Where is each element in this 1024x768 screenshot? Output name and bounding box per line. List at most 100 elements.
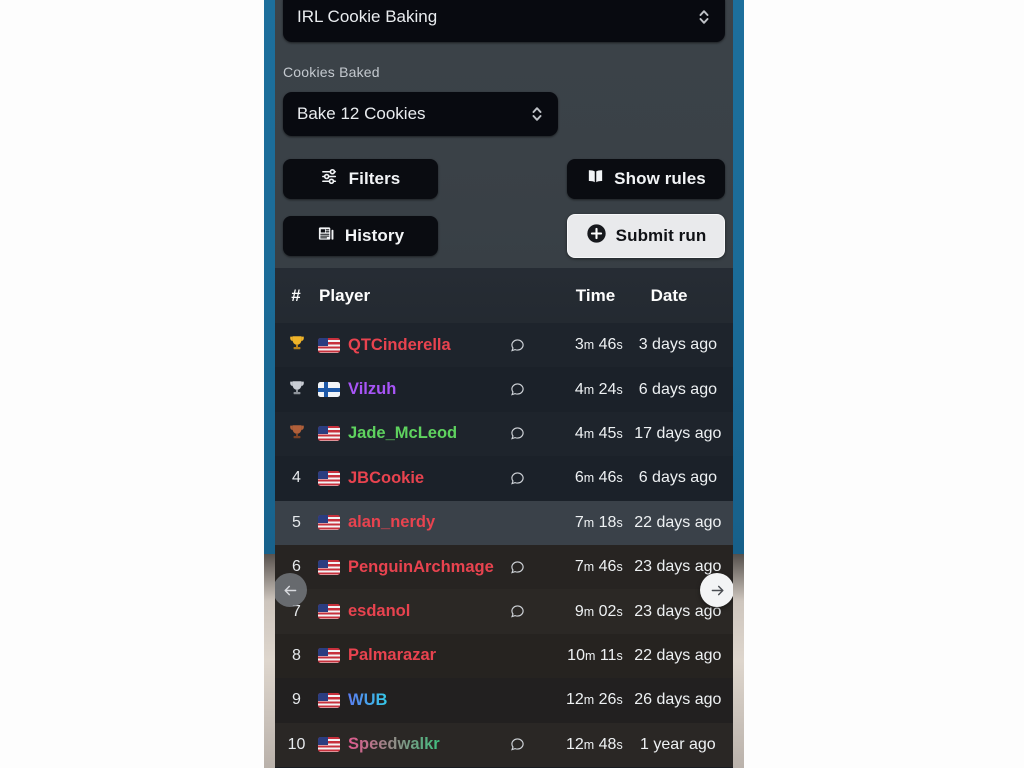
table-row[interactable]: 7 esdanol 9m 02s 23 days ago [275,589,733,634]
run-time: 10m 11s [567,646,623,664]
header-date: Date [650,285,688,305]
table-row[interactable]: QTCinderella 3m 46s 3 days ago [275,323,733,368]
header-extra: P [723,286,733,306]
run-time: 4m 24s [574,380,623,398]
book-icon [586,167,605,191]
rank-number: 10 [287,735,306,753]
screenshot-stage: IRL Cookie Baking Cookies Baked Bake 12 … [0,0,1024,768]
run-time: 4m 45s [574,424,623,442]
player-name: PenguinArchmage [348,557,494,576]
filters-button-label: Filters [348,169,401,188]
comment-icon[interactable] [497,425,536,442]
player-name: QTCinderella [348,335,451,354]
run-time: 6m 46s [574,469,623,487]
player-cell[interactable]: Palmarazar [318,646,497,665]
gold-trophy-icon [286,333,308,357]
table-row[interactable]: Jade_McLeod 4m 45s 17 days ago [275,411,733,457]
flag-fi [318,382,340,398]
run-time: 7m 46s [574,558,623,576]
history-button[interactable]: History [283,216,438,256]
newspaper-icon [317,224,336,248]
comment-icon[interactable] [497,559,536,576]
leaderboard-app: IRL Cookie Baking Cookies Baked Bake 12 … [275,0,733,768]
player-cell[interactable]: Vilzuh [318,380,497,399]
rank-number: 5 [292,513,301,531]
comment-icon[interactable] [497,603,536,620]
rank-number: 4 [292,469,301,487]
game-selector[interactable]: IRL Cookie Baking [283,0,725,42]
rank-medal [275,333,318,357]
flag-us [318,692,340,708]
submit-run-button[interactable]: Submit run [567,214,725,258]
table-row[interactable]: 8 Palmarazar 10m 11s 22 days ago [275,633,733,679]
show-rules-button-label: Show rules [614,169,706,188]
player-cell[interactable]: alan_nerdy [318,513,497,532]
player-name: Jade_McLeod [348,424,458,443]
header-time: Time [575,285,616,305]
run-date: 6 days ago [638,469,717,487]
player-name: Palmarazar [348,646,437,665]
player-name: Vilzuh [348,380,397,399]
player-cell[interactable]: WUB [318,691,497,710]
player-cell[interactable]: esdanol [318,602,497,621]
table-body: QTCinderella 3m 46s 3 days ago Vilzuh 4m… [275,323,733,767]
flag-us [318,604,340,620]
silver-trophy-icon [286,378,308,402]
run-time: 7m 18s [574,513,623,531]
run-time: 12m 48s [565,735,623,753]
table-row[interactable]: 6 PenguinArchmage 7m 46s 23 days ago [275,544,733,590]
flag-us [318,470,340,486]
run-date: 17 days ago [634,424,722,442]
controls-pane: IRL Cookie Baking Cookies Baked Bake 12 … [275,0,733,268]
run-date: 26 days ago [634,691,722,709]
chevron-updown-icon [530,104,544,124]
player-cell[interactable]: JBCookie [318,469,497,488]
chevron-updown-icon [697,7,711,27]
run-time: 3m 46s [574,336,623,354]
player-name: WUB [348,690,388,709]
category-selector-value: Bake 12 Cookies [297,104,426,123]
player-cell[interactable]: QTCinderella [318,336,497,355]
player-cell[interactable]: PenguinArchmage [318,558,497,577]
player-cell[interactable]: Speedwalkr [318,735,497,754]
comment-icon[interactable] [497,337,536,354]
panel-border-right-warm [733,554,744,768]
category-field-label: Cookies Baked [283,64,380,80]
rank-number: 9 [292,691,301,709]
table-row[interactable]: 9 WUB 12m 26s 26 days ago [275,678,733,723]
player-name: alan_nerdy [348,513,436,532]
player-cell[interactable]: Jade_McLeod [318,424,497,443]
category-selector[interactable]: Bake 12 Cookies [283,92,558,136]
flag-us [318,559,340,575]
comment-icon[interactable] [497,381,536,398]
page-margin-right [744,0,1024,768]
flag-us [318,737,340,753]
comment-icon[interactable] [497,736,536,753]
plus-circle-icon [586,223,607,249]
table-row[interactable]: 4 JBCookie 6m 46s 6 days ago [275,456,733,501]
flag-us [318,426,340,442]
player-name: esdanol [348,602,411,621]
panel-border-left-warm [264,554,275,768]
flag-us [318,337,340,353]
table-row[interactable]: 10 Speedwalkr 12m 48s 1 year ago [275,722,733,767]
page-margin-left [0,0,264,768]
run-time: 12m 26s [565,691,623,709]
run-time: 9m 02s [574,602,623,620]
header-player: Player [319,285,371,305]
leaderboard-table: # Player Time Date P QTCinderella [275,268,733,768]
comment-icon[interactable] [497,470,536,487]
table-row[interactable]: 5 alan_nerdy 7m 18s 22 days ago [275,500,733,545]
table-header-row: # Player Time Date P [275,268,733,323]
rank-medal [275,378,318,402]
arrow-right-icon[interactable] [700,573,733,607]
table-row[interactable]: Vilzuh 4m 24s 6 days ago [275,367,733,412]
rank-medal [275,422,318,446]
show-rules-button[interactable]: Show rules [567,159,725,199]
filters-button[interactable]: Filters [283,159,438,199]
history-button-label: History [344,226,405,245]
panel-border-right-blue [733,0,744,554]
header-rank: # [291,285,301,305]
run-date: 1 year ago [640,735,716,753]
sliders-icon [321,167,340,191]
